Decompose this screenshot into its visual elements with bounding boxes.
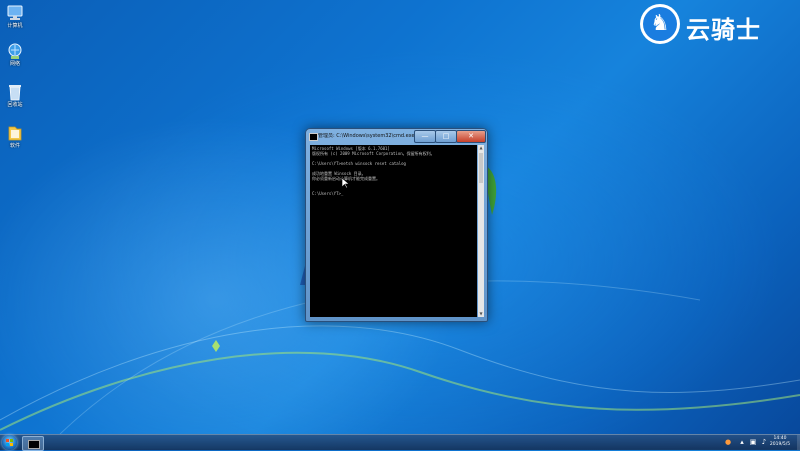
clock-date: 2019/5/5	[769, 442, 791, 447]
taskbar-clock[interactable]: 14:40 2019/5/5	[762, 436, 798, 448]
network-status-icon[interactable]: ▣	[749, 438, 757, 446]
taskbar: ● ▴ ▣ ♪ 14:40 2019/5/5	[0, 434, 800, 451]
vertical-scrollbar[interactable]: ▲ ▼	[478, 145, 484, 317]
knight-icon: ♞	[643, 7, 677, 41]
scroll-down-icon[interactable]: ▼	[478, 311, 484, 317]
desktop-icon-folder[interactable]: 软件	[2, 124, 28, 150]
desktop-icon-network[interactable]: 网络	[2, 42, 28, 68]
mouse-cursor-icon	[342, 178, 350, 188]
computer-icon	[7, 5, 23, 20]
cmd-taskbar-icon	[28, 440, 40, 449]
maximize-button[interactable]: □	[435, 130, 457, 143]
windows-logo-icon	[6, 439, 13, 446]
desktop: 计算机 网络 回收站 软件 ♞ 云骑士 管理员: C:\Windows\syst…	[0, 0, 800, 434]
desktop-icon-label: 网络	[9, 61, 20, 67]
start-button[interactable]	[2, 435, 17, 450]
recycle-bin-icon	[9, 85, 21, 101]
desktop-icon-recycle-bin[interactable]: 回收站	[2, 83, 28, 109]
minimize-button[interactable]: —	[414, 130, 436, 143]
desktop-icon-label: 回收站	[7, 102, 23, 108]
network-icon	[8, 43, 22, 59]
desktop-icon-label: 软件	[9, 143, 20, 149]
cmd-titlebar[interactable]: 管理员: C:\Windows\system32\cmd.exe — □ ✕	[306, 129, 487, 143]
cmd-app-icon[interactable]	[309, 133, 318, 141]
close-icon: ✕	[468, 132, 474, 140]
console-output[interactable]: Microsoft Windows [版本 6.1.7601] 版权所有 (c)…	[310, 145, 477, 317]
desktop-icon-label: 计算机	[7, 23, 23, 29]
watermark-logo: ♞ 云骑士	[640, 4, 790, 48]
tray-expand-icon[interactable]: ▴	[738, 438, 746, 446]
close-button[interactable]: ✕	[456, 130, 486, 143]
folder-icon	[8, 126, 22, 141]
minimize-icon: —	[421, 132, 429, 140]
scroll-up-icon[interactable]: ▲	[478, 145, 484, 151]
console-prompt-line: C:\Users\YT>_	[312, 191, 344, 196]
knight-emblem: ♞	[640, 4, 680, 44]
maximize-icon: □	[442, 132, 450, 140]
cmd-window-title: 管理员: C:\Windows\system32\cmd.exe	[318, 133, 415, 139]
tray-app-icon[interactable]: ●	[724, 438, 732, 446]
desktop-icon-computer[interactable]: 计算机	[2, 4, 28, 30]
watermark-text: 云骑士	[686, 16, 761, 44]
scrollbar-thumb[interactable]	[479, 153, 483, 183]
cmd-window[interactable]: 管理员: C:\Windows\system32\cmd.exe — □ ✕ M…	[305, 128, 488, 322]
